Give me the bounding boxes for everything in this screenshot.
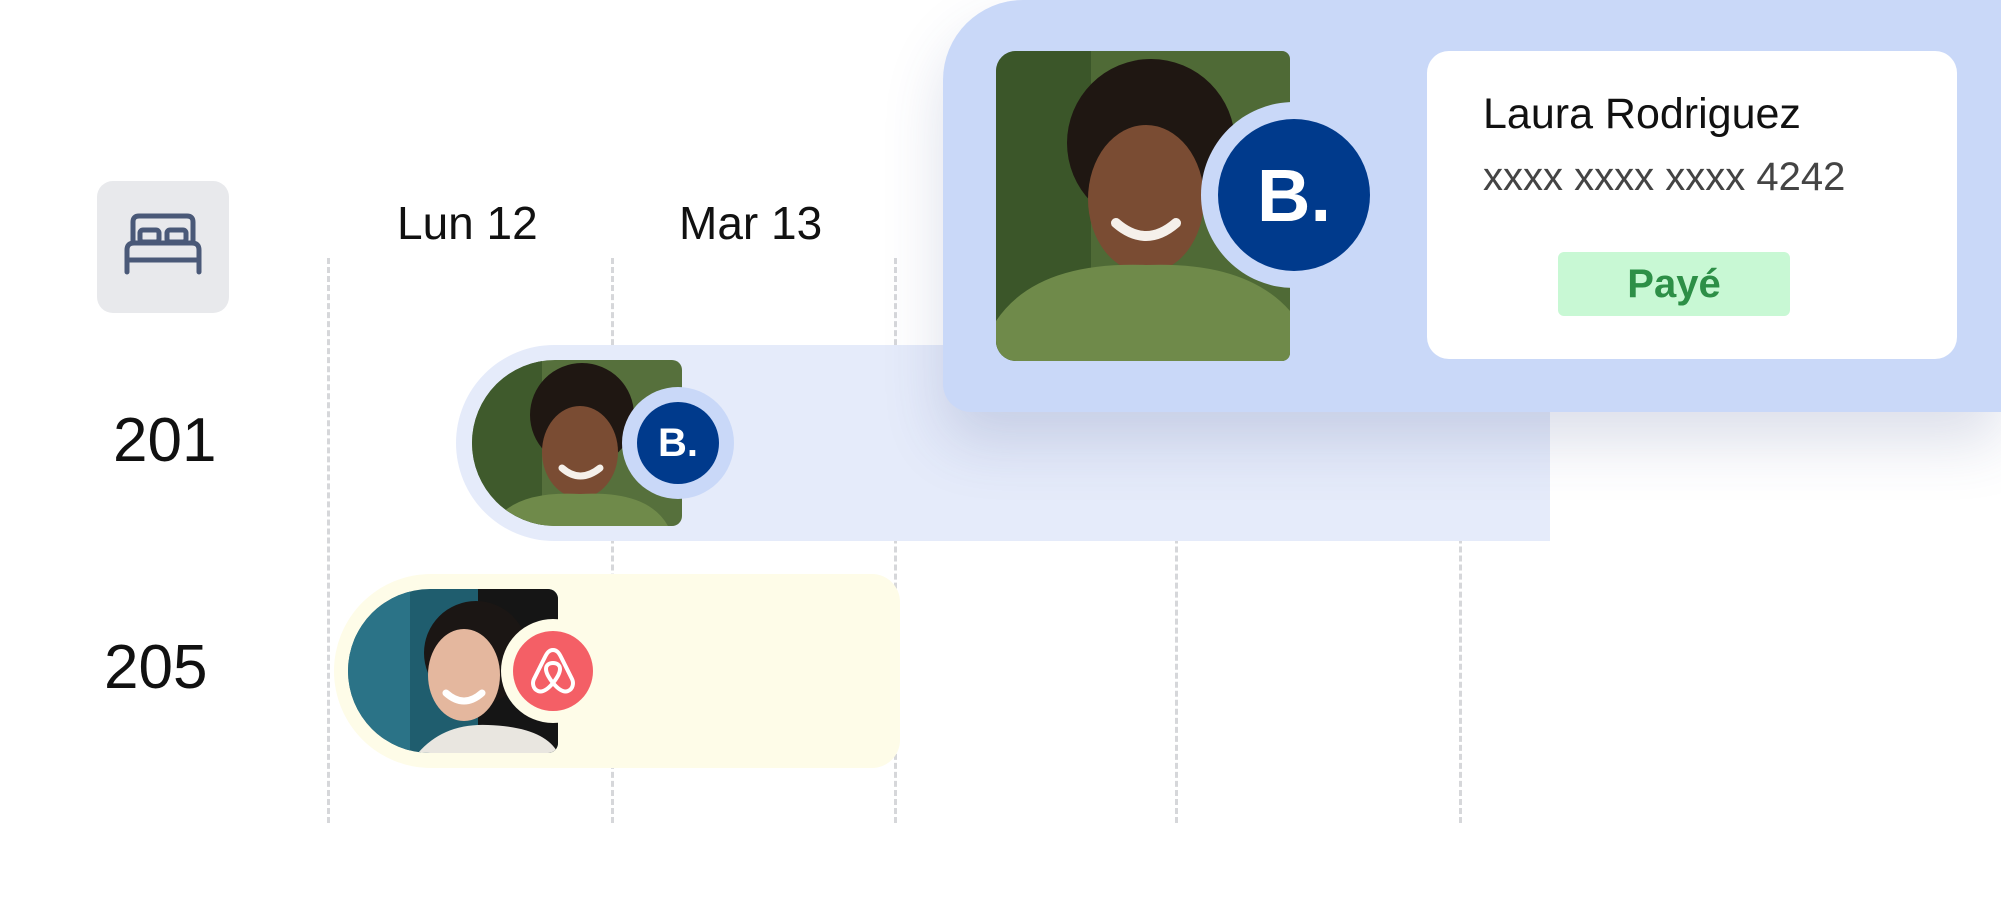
room-label-205: 205 [104, 633, 208, 702]
booking-com-logo: B. [1218, 119, 1370, 271]
room-type-header [97, 181, 229, 313]
guest-name: Laura Rodriguez [1483, 90, 1801, 138]
airbnb-badge [501, 619, 605, 723]
room-label-201: 201 [113, 406, 217, 475]
day-header-lun-12: Lun 12 [397, 197, 538, 249]
grid-line [327, 258, 330, 823]
airbnb-logo-icon [513, 631, 593, 711]
payment-status-badge: Payé [1558, 252, 1790, 316]
bed-icon [123, 212, 203, 283]
booking-com-badge: B. [622, 387, 734, 499]
booking-com-logo: B. [637, 402, 719, 484]
masked-card-number: xxxx xxxx xxxx 4242 [1483, 155, 1846, 199]
booking-com-badge-large: B. [1201, 102, 1387, 288]
day-header-mar-13: Mar 13 [679, 197, 823, 249]
